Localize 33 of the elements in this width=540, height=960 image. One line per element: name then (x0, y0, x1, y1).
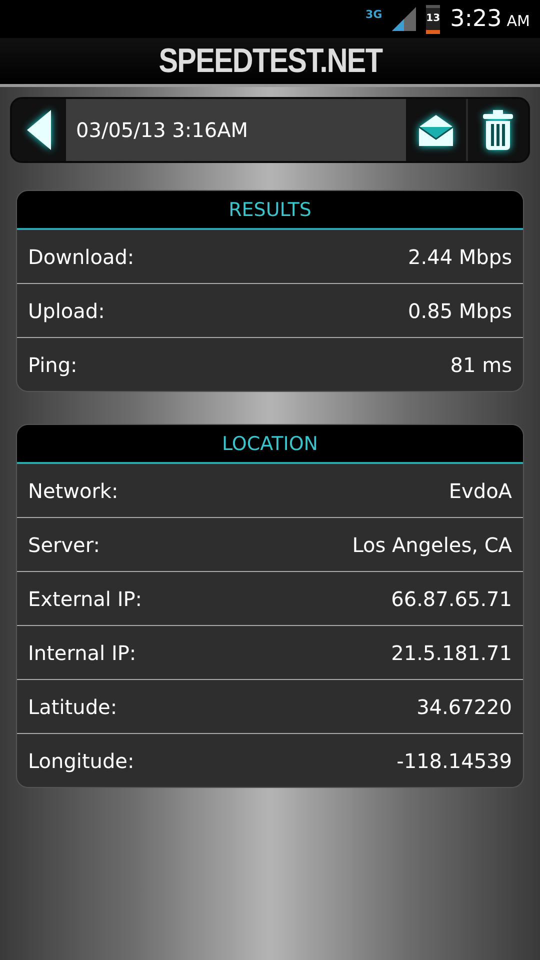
battery-icon: 13 (426, 4, 440, 34)
row-value: 66.87.65.71 (391, 586, 512, 610)
back-button[interactable] (12, 99, 66, 161)
row-label: External IP: (28, 586, 142, 610)
row-label: Internal IP: (28, 640, 136, 664)
row-value: 34.67220 (416, 694, 512, 718)
trash-icon (483, 110, 513, 150)
row-value: 0.85 Mbps (408, 298, 512, 322)
row-label: Latitude: (28, 694, 118, 718)
row-value: Los Angeles, CA (352, 532, 512, 556)
row-label: Ping: (28, 352, 78, 376)
clock-period: AM (506, 12, 530, 30)
section-title: RESULTS (228, 198, 312, 220)
clock: 3:23 (450, 6, 502, 32)
email-button[interactable] (406, 99, 466, 161)
row-value: 81 ms (450, 352, 512, 376)
row-value: EvdoA (448, 478, 512, 502)
row-label: Server: (28, 532, 100, 556)
row-value: -118.14539 (396, 748, 512, 772)
row-label: Upload: (28, 298, 105, 322)
delete-button[interactable] (466, 99, 528, 161)
row-label: Download: (28, 244, 134, 268)
row-label: Network: (28, 478, 118, 502)
row-value: 2.44 Mbps (408, 244, 512, 268)
row-value: 21.5.181.71 (391, 640, 512, 664)
signal-icon (392, 7, 416, 31)
app-title: SPEEDTEST.NET (158, 42, 382, 80)
test-date: 03/05/13 3:16AM (66, 99, 406, 161)
row-label: Longitude: (28, 748, 134, 772)
section-title: LOCATION (222, 432, 318, 454)
back-icon (27, 110, 51, 150)
network-type: 3G (365, 8, 382, 21)
envelope-icon (417, 113, 455, 147)
